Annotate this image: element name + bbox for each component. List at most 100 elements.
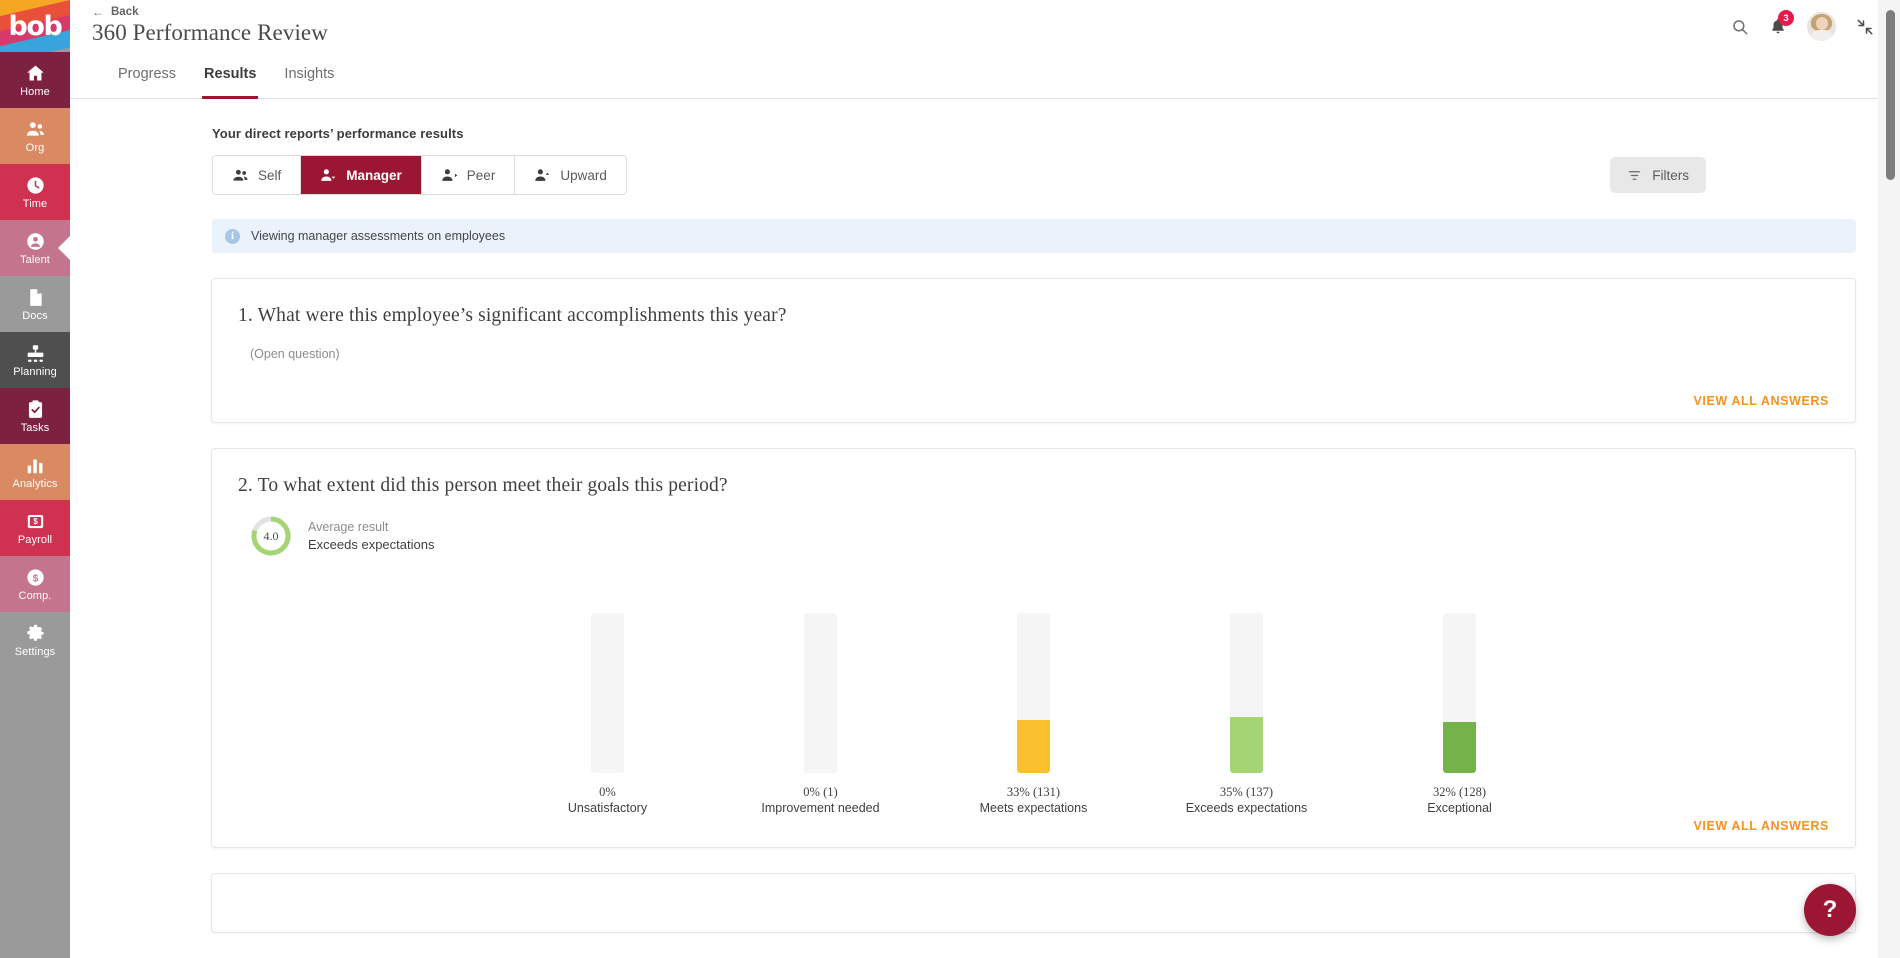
question-1-subtitle: (Open question) — [212, 327, 1855, 361]
page-title: 360 Performance Review — [92, 20, 328, 46]
bar-column: 32% (128)Exceptional — [1398, 613, 1522, 816]
talent-icon — [25, 231, 46, 252]
audience-toggle-label: Peer — [467, 168, 496, 183]
sidebar-item-label: Docs — [22, 310, 47, 322]
sidebar-item-planning[interactable]: Planning — [0, 332, 70, 388]
audience-toggle-self[interactable]: Self — [213, 156, 301, 194]
sidebar-item-analytics[interactable]: Analytics — [0, 444, 70, 500]
org-icon — [25, 119, 46, 140]
sidebar-item-talent[interactable]: Talent — [0, 220, 70, 276]
tab-results[interactable]: Results — [204, 66, 256, 98]
sidebar-item-settings[interactable]: Settings — [0, 612, 70, 668]
question-card-2: 2. To what extent did this person meet t… — [211, 448, 1856, 848]
scrollbar-thumb[interactable] — [1886, 10, 1895, 180]
bell-icon[interactable]: 3 — [1769, 17, 1787, 36]
payroll-icon: $ — [25, 511, 46, 532]
average-result-row: 4.0 Average result Exceeds expectations — [212, 497, 1855, 557]
section-title: Your direct reports’ performance results — [70, 99, 1878, 141]
sidebar-item-comp[interactable]: $ Comp. — [0, 556, 70, 612]
bob-logo[interactable]: bob — [0, 0, 70, 52]
sidebar-item-docs[interactable]: Docs — [0, 276, 70, 332]
scrollbar-track[interactable] — [1878, 0, 1900, 958]
people-icon — [232, 167, 249, 184]
svg-text:$: $ — [32, 573, 38, 584]
topbar-left: ← Back 360 Performance Review — [70, 0, 328, 46]
scroll-body[interactable]: Your direct reports’ performance results… — [70, 99, 1878, 958]
filters-label: Filters — [1652, 168, 1689, 183]
tab-insights[interactable]: Insights — [284, 66, 334, 98]
question-1-number: 1. — [238, 305, 253, 326]
person-right-icon — [441, 167, 458, 184]
main-region: ← Back 360 Performance Review 3 — [70, 0, 1900, 958]
bar-track[interactable] — [1017, 613, 1050, 773]
view-all-answers-2[interactable]: VIEW ALL ANSWERS — [1693, 819, 1829, 833]
average-result-value: Exceeds expectations — [308, 536, 434, 554]
sidebar-item-label: Analytics — [13, 478, 58, 490]
sidebar-item-org[interactable]: Org — [0, 108, 70, 164]
sidebar-item-time[interactable]: Time — [0, 164, 70, 220]
document-icon — [25, 287, 46, 308]
filters-button[interactable]: Filters — [1610, 157, 1706, 193]
bar-track[interactable] — [1230, 613, 1263, 773]
person-up-icon — [534, 167, 551, 184]
sidebar-item-home[interactable]: Home — [0, 52, 70, 108]
sidebar-item-label: Settings — [15, 646, 56, 658]
bar-column: 35% (137)Exceeds expectations — [1185, 613, 1309, 816]
sidebar-item-label: Comp. — [19, 590, 52, 602]
main-sidebar: bob Home Org Time Talent Docs Planning Tasks An… — [0, 0, 70, 958]
bar-value-label: 35% (137) — [1186, 784, 1308, 800]
question-2-title: 2. To what extent did this person meet t… — [212, 449, 1855, 497]
bar-value-label: 33% (131) — [980, 784, 1088, 800]
sidebar-nav-list: Home Org Time Talent Docs Planning Tasks Analyt… — [0, 52, 70, 668]
average-result-text: Average result Exceeds expectations — [308, 519, 434, 554]
question-card-1: 1. What were this employee’s significant… — [211, 278, 1856, 423]
bar-column: 33% (131)Meets expectations — [972, 613, 1096, 816]
collapse-icon[interactable] — [1856, 18, 1874, 36]
planning-icon — [25, 343, 46, 364]
back-label: Back — [111, 6, 139, 18]
search-icon[interactable] — [1731, 18, 1749, 36]
bar-category-label: Unsatisfactory — [568, 800, 647, 816]
bar-track[interactable] — [591, 613, 624, 773]
average-result-label: Average result — [308, 519, 434, 536]
sidebar-item-label: Planning — [13, 366, 57, 378]
audience-toggle-upward[interactable]: Upward — [515, 156, 626, 194]
notification-badge: 3 — [1778, 10, 1794, 26]
bar-track[interactable] — [804, 613, 837, 773]
info-icon: i — [225, 229, 240, 244]
bar-track[interactable] — [1443, 613, 1476, 773]
bar-value-label: 32% (128) — [1427, 784, 1492, 800]
bar-category-label: Meets expectations — [980, 800, 1088, 816]
sidebar-item-label: Talent — [20, 254, 50, 266]
filter-icon — [1627, 168, 1642, 183]
bar-caption: 35% (137)Exceeds expectations — [1186, 784, 1308, 816]
audience-toggle-label: Manager — [346, 168, 402, 183]
help-icon[interactable]: ? — [1804, 884, 1856, 936]
sidebar-item-label: Time — [23, 198, 47, 210]
gear-icon — [25, 623, 46, 644]
top-bar: ← Back 360 Performance Review 3 — [70, 0, 1900, 52]
audience-toggle-group: Self Manager Peer Upward — [212, 155, 627, 195]
sidebar-item-label: Payroll — [18, 534, 52, 546]
tab-progress[interactable]: Progress — [118, 66, 176, 98]
audience-toggle-manager[interactable]: Manager — [301, 156, 422, 194]
sidebar-item-payroll[interactable]: $ Payroll — [0, 500, 70, 556]
person-down-icon — [320, 167, 337, 184]
bar-fill — [1017, 720, 1050, 773]
bar-fill — [1443, 722, 1476, 773]
sidebar-item-tasks[interactable]: Tasks — [0, 388, 70, 444]
audience-toggle-peer[interactable]: Peer — [422, 156, 516, 194]
results-bar-chart: 0%Unsatisfactory0% (1)Improvement needed… — [212, 557, 1855, 816]
topbar-right: 3 — [1731, 0, 1900, 41]
bar-value-label: 0% (1) — [761, 784, 879, 800]
average-score-value: 4.0 — [250, 515, 292, 557]
question-1-title: 1. What were this employee’s significant… — [212, 279, 1855, 327]
avatar[interactable] — [1807, 12, 1836, 41]
avatar-face — [1816, 17, 1828, 30]
view-all-answers-1[interactable]: VIEW ALL ANSWERS — [1693, 394, 1829, 408]
back-button[interactable]: ← Back — [92, 6, 328, 18]
sidebar-item-label: Org — [26, 142, 45, 154]
home-icon — [25, 63, 46, 84]
comp-icon: $ — [25, 567, 46, 588]
question-2-number: 2. — [238, 475, 253, 496]
